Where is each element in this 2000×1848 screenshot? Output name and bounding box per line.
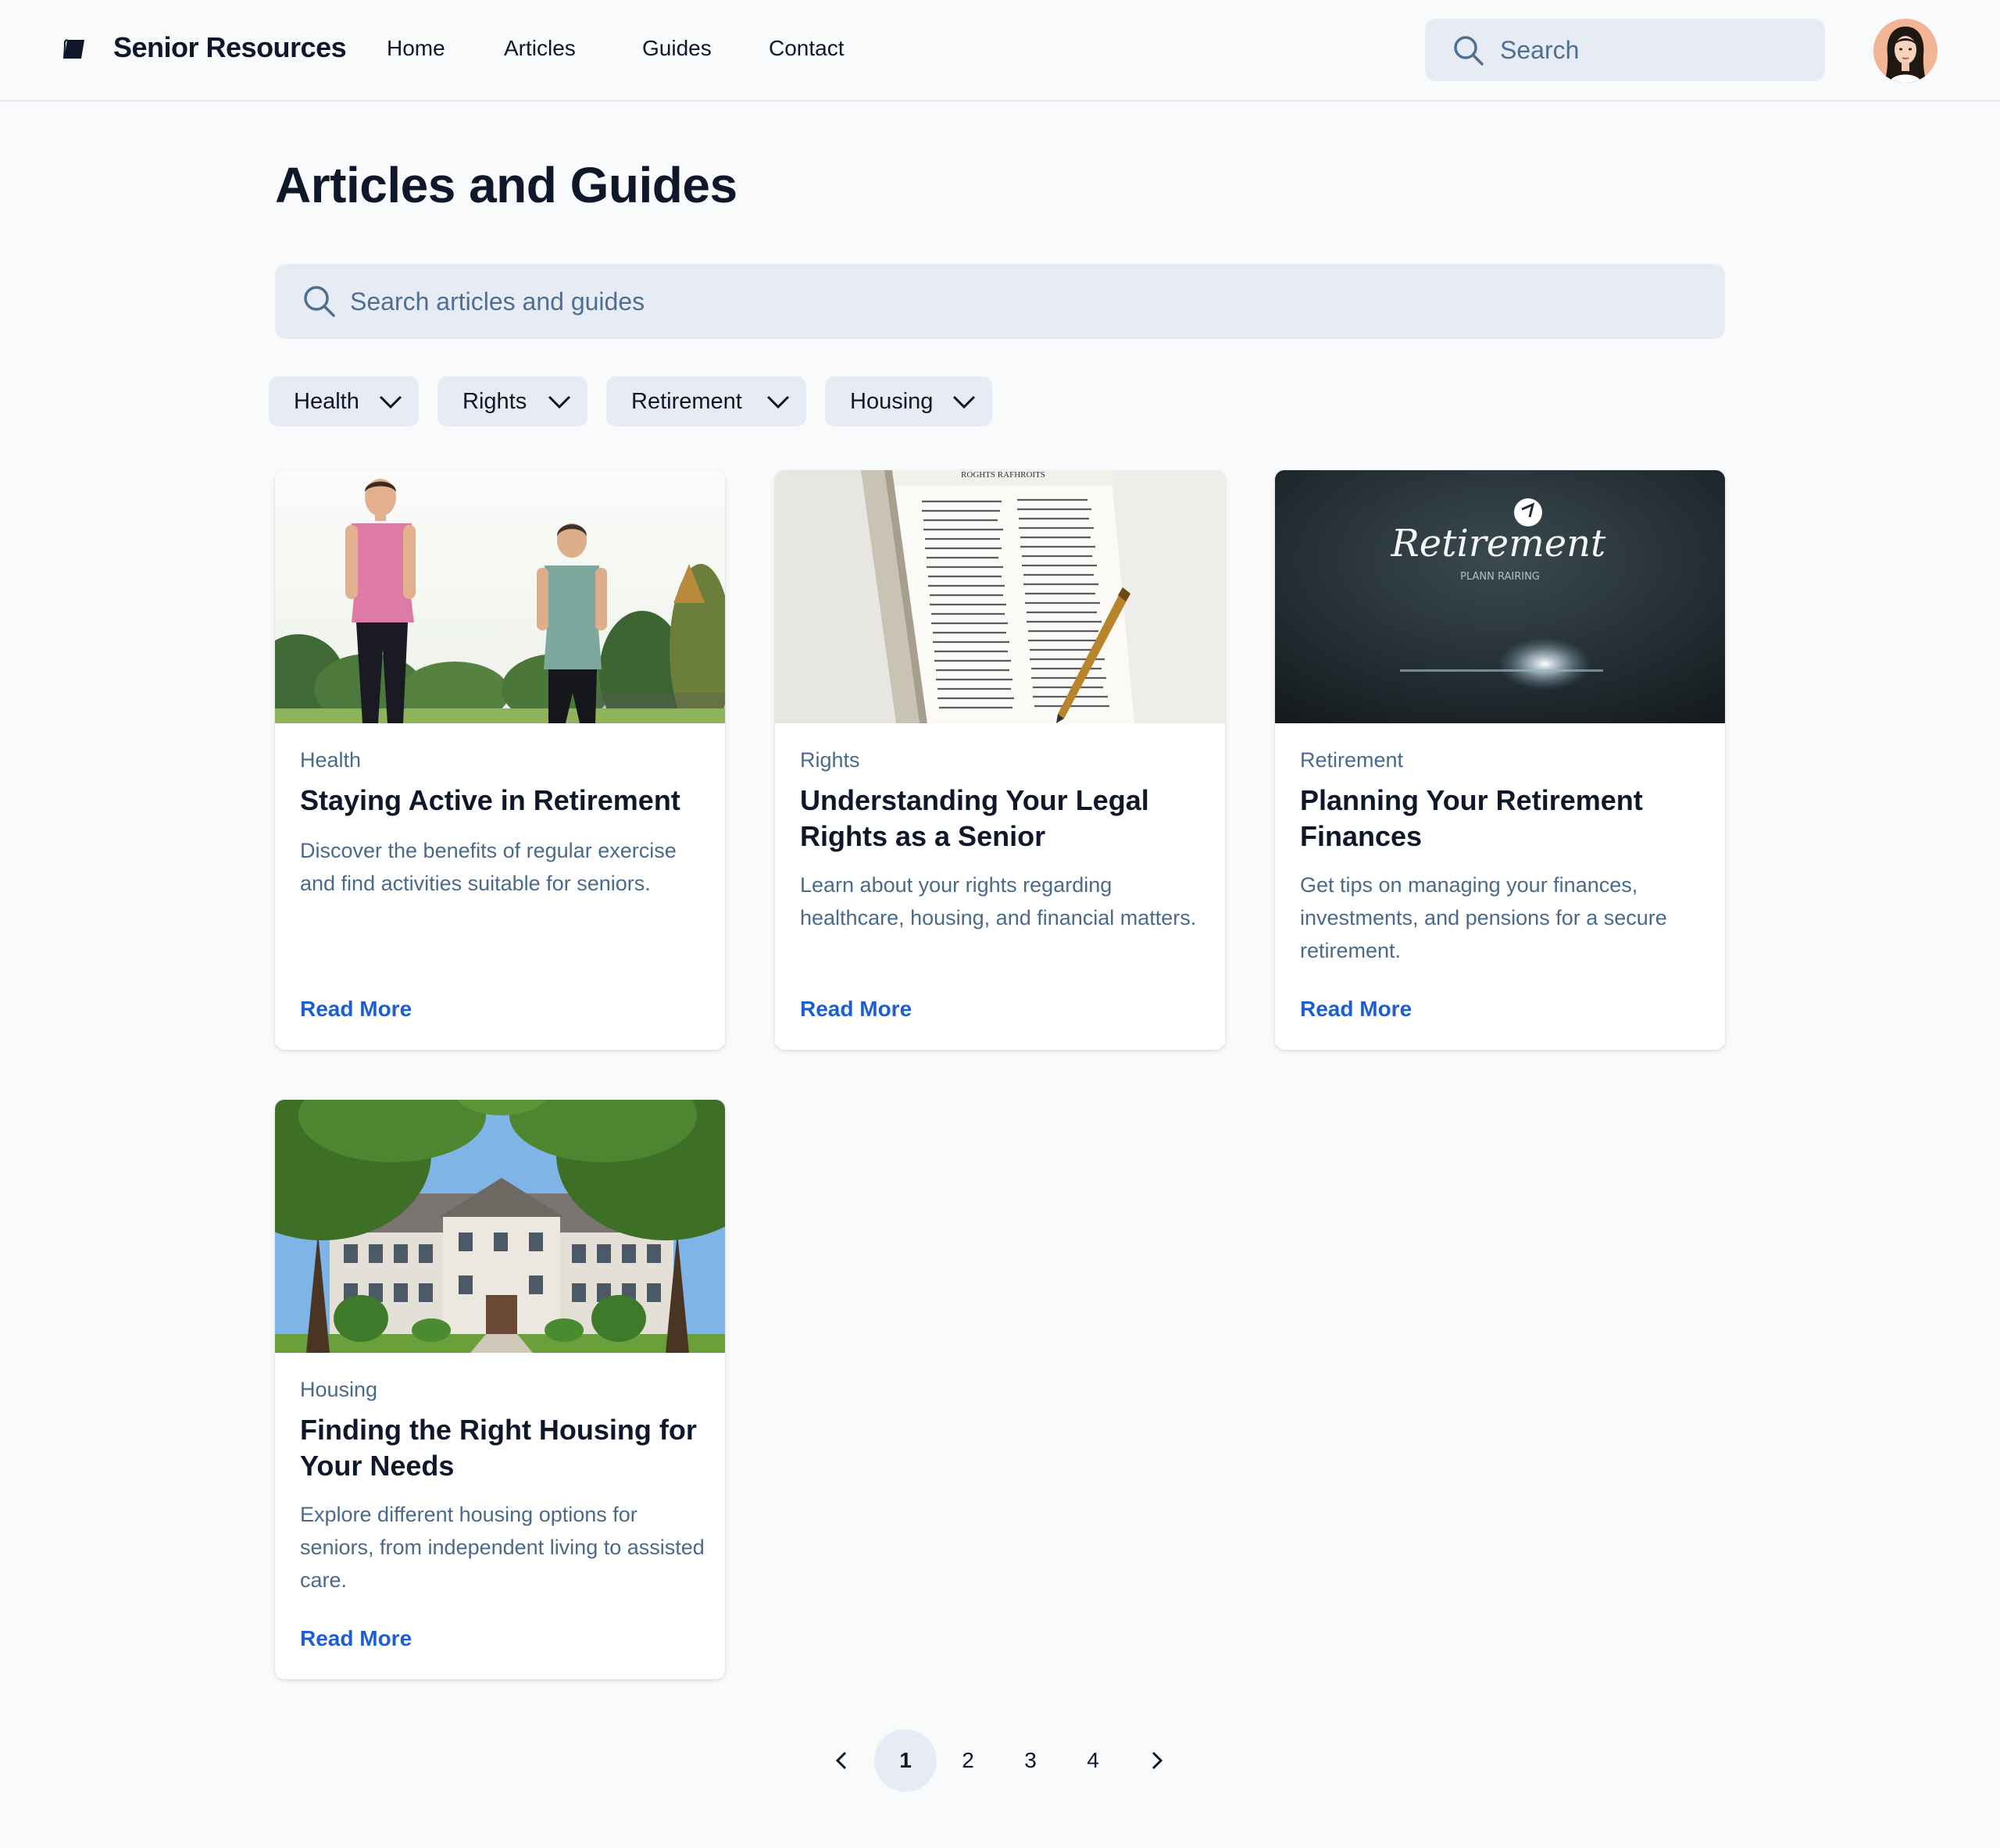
card-title[interactable]: Finding the Right Housing for Your Needs (300, 1412, 706, 1484)
header-search-input[interactable] (1500, 19, 1812, 81)
card-image-senior-housing-building[interactable] (275, 1100, 725, 1353)
read-more-link[interactable]: Read More (300, 1626, 412, 1651)
article-card: Retirement PLANN RAIRING Retirement Plan… (1275, 470, 1725, 1050)
filter-label: Health (294, 388, 359, 414)
card-category: Rights (800, 748, 860, 772)
card-description: Discover the benefits of regular exercis… (300, 839, 677, 895)
card-category: Housing (300, 1378, 378, 1401)
nav-home[interactable]: Home (387, 36, 445, 61)
article-card: Health Staying Active in Retirement Disc… (275, 470, 725, 1050)
chevron-down-icon (766, 395, 790, 409)
search-icon (1454, 36, 1484, 66)
card-image-retirement-planning[interactable]: Retirement PLANN RAIRING (1275, 470, 1725, 723)
chevron-down-icon (548, 395, 571, 409)
card-description: Learn about your rights regarding health… (800, 873, 1197, 929)
filter-health-dropdown[interactable]: Health (269, 376, 419, 426)
chevron-down-icon (379, 395, 402, 409)
pagination-page-2[interactable]: 2 (937, 1729, 999, 1792)
read-more-link[interactable]: Read More (800, 997, 912, 1022)
image-subtext: PLANN RAIRING (1460, 571, 1540, 583)
image-heading-text: Retirement (1391, 522, 1606, 565)
chevron-right-icon (1152, 1751, 1163, 1770)
card-title[interactable]: Staying Active in Retirement (300, 783, 706, 819)
chevron-down-icon (952, 395, 976, 409)
card-title[interactable]: Understanding Your Legal Rights as a Sen… (800, 783, 1206, 854)
filter-rights-dropdown[interactable]: Rights (438, 376, 588, 426)
filter-retirement-dropdown[interactable]: Retirement (606, 376, 806, 426)
search-icon (304, 286, 335, 317)
articles-search[interactable] (275, 264, 1725, 339)
brand-name[interactable]: Senior Resources (113, 31, 347, 64)
pagination-page-4[interactable]: 4 (1062, 1729, 1124, 1792)
pagination-next-button[interactable] (1125, 1729, 1188, 1792)
filter-label: Housing (850, 388, 934, 414)
nav-contact[interactable]: Contact (769, 36, 845, 61)
card-image-seniors-exercising[interactable] (275, 470, 725, 723)
book-logo-icon[interactable] (62, 37, 86, 61)
pagination-prev-button[interactable] (811, 1729, 873, 1792)
filter-label: Retirement (631, 388, 742, 414)
card-description: Get tips on managing your finances, inve… (1300, 873, 1667, 962)
article-card: Housing Finding the Right Housing for Yo… (275, 1100, 725, 1679)
page-title: Articles and Guides (275, 157, 738, 213)
pagination-page-3[interactable]: 3 (999, 1729, 1062, 1792)
pagination-page-1[interactable]: 1 (874, 1729, 937, 1792)
nav-articles[interactable]: Articles (504, 36, 576, 61)
card-category: Retirement (1300, 748, 1404, 772)
articles-search-input[interactable] (350, 264, 1678, 339)
read-more-link[interactable]: Read More (1300, 997, 1412, 1022)
article-card: ROGHTS RAFHROITS Rights Understanding Yo… (775, 470, 1225, 1050)
read-more-link[interactable]: Read More (300, 997, 412, 1022)
document-heading-text: ROGHTS RAFHROITS (961, 470, 1045, 480)
card-description: Explore different housing options for se… (300, 1503, 705, 1592)
filter-housing-dropdown[interactable]: Housing (825, 376, 992, 426)
filter-label: Rights (462, 388, 527, 414)
card-image-legal-document[interactable]: ROGHTS RAFHROITS (775, 470, 1225, 723)
card-title[interactable]: Planning Your Retirement Finances (1300, 783, 1706, 854)
top-navbar: Senior Resources Home Articles Guides Co… (0, 0, 2000, 102)
user-avatar[interactable] (1873, 19, 1938, 83)
nav-guides[interactable]: Guides (642, 36, 712, 61)
header-search[interactable] (1425, 19, 1825, 81)
chevron-left-icon (835, 1751, 847, 1770)
card-category: Health (300, 748, 362, 772)
